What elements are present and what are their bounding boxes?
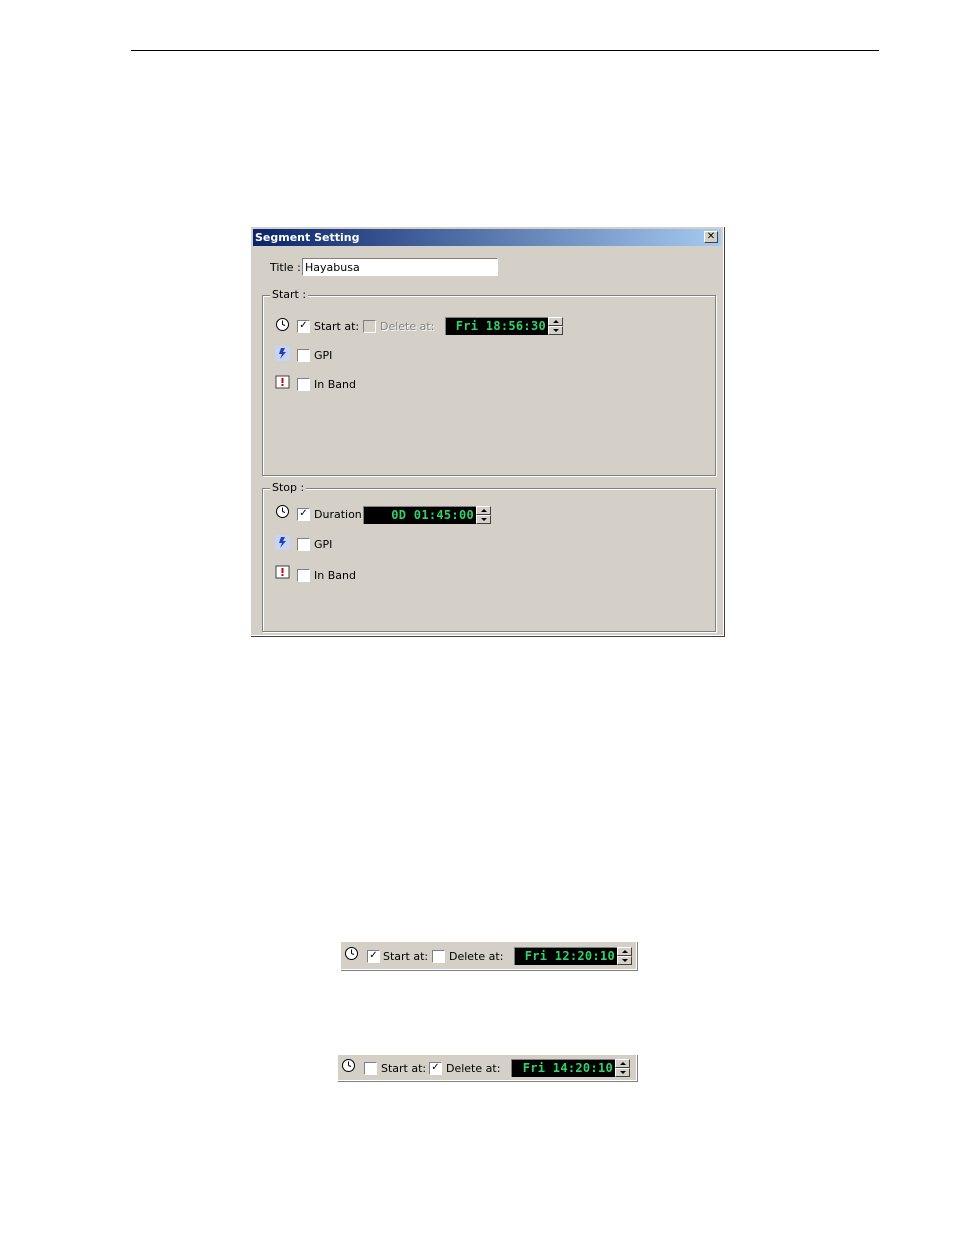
start-at-strip: ✓ Start at: Delete at: Fri 12:20:10: [340, 941, 637, 970]
duration-label: Duration :: [314, 508, 369, 521]
start-at-label: Start at:: [314, 320, 360, 333]
strip1-delete-at-label: Delete at:: [449, 950, 504, 963]
delete-at-label: Delete at:: [380, 320, 435, 333]
strip2-time-value: Fri 14:20:10: [522, 1061, 613, 1075]
check-mark: ✓: [299, 508, 308, 519]
segment-setting-dialog: Segment Setting ✕ Title : Start : ✓ Star…: [250, 226, 724, 636]
strip1-time-value: Fri 12:20:10: [524, 949, 615, 963]
delete-at-checkbox[interactable]: [363, 320, 376, 333]
start-time-field[interactable]: Fri 18:56:30: [445, 317, 549, 335]
close-icon: ✕: [706, 231, 716, 242]
strip1-start-at-checkbox[interactable]: ✓: [367, 950, 380, 963]
clock-icon: [342, 1059, 355, 1072]
start-inband-checkbox[interactable]: [297, 378, 310, 391]
spin-up-button[interactable]: [617, 947, 632, 956]
strip2-delete-at-label: Delete at:: [446, 1062, 501, 1075]
dialog-titlebar[interactable]: Segment Setting ✕: [253, 229, 721, 246]
check-mark: ✓: [369, 950, 378, 961]
strip2-start-at-label: Start at:: [381, 1062, 427, 1075]
strip1-spinner[interactable]: [617, 947, 632, 965]
clock-icon: [345, 947, 358, 960]
start-group: Start : ✓ Start at: Delete at: Fri 18:56…: [262, 288, 716, 476]
start-at-checkbox[interactable]: ✓: [297, 320, 310, 333]
strip1-delete-at-checkbox[interactable]: [432, 950, 445, 963]
start-time-value: Fri 18:56:30: [455, 319, 546, 333]
inband-icon: [275, 375, 290, 389]
gpi-icon: [275, 535, 290, 550]
title-label: Title :: [270, 261, 301, 274]
duration-spinner[interactable]: [476, 506, 491, 524]
close-button[interactable]: ✕: [704, 231, 718, 243]
strip1-time-field[interactable]: Fri 12:20:10: [514, 947, 618, 965]
duration-checkbox[interactable]: ✓: [297, 508, 310, 521]
start-group-legend: Start :: [270, 288, 309, 301]
spin-down-button[interactable]: [617, 956, 632, 965]
delete-at-strip: Start at: ✓ Delete at: Fri 14:20:10: [337, 1054, 637, 1081]
strip2-delete-at-checkbox[interactable]: ✓: [429, 1062, 442, 1075]
stop-gpi-checkbox[interactable]: [297, 538, 310, 551]
start-gpi-checkbox[interactable]: [297, 349, 310, 362]
header-rule: [131, 50, 879, 51]
spin-up-button[interactable]: [615, 1059, 630, 1068]
inband-icon: [275, 565, 290, 579]
duration-time-value: 0D 01:45:00: [391, 508, 474, 522]
stop-inband-checkbox[interactable]: [297, 569, 310, 582]
check-mark: ✓: [431, 1062, 440, 1073]
strip1-start-at-label: Start at:: [383, 950, 429, 963]
strip2-start-at-checkbox[interactable]: [364, 1062, 377, 1075]
clock-icon: [276, 318, 289, 331]
strip2-time-field[interactable]: Fri 14:20:10: [511, 1059, 616, 1077]
stop-group: Stop : ✓ Duration : 0D 01:45:00 GPI In B…: [262, 481, 716, 632]
start-time-spinner[interactable]: [548, 317, 563, 335]
stop-inband-label: In Band: [314, 569, 356, 582]
title-input[interactable]: [302, 258, 498, 276]
spin-up-button[interactable]: [476, 506, 491, 515]
start-gpi-label: GPI: [314, 349, 333, 362]
gpi-icon: [275, 346, 290, 361]
stop-group-legend: Stop :: [270, 481, 307, 494]
strip2-spinner[interactable]: [615, 1059, 630, 1077]
spin-down-button[interactable]: [548, 326, 563, 335]
spin-down-button[interactable]: [615, 1068, 630, 1077]
spin-up-button[interactable]: [548, 317, 563, 326]
dialog-title: Segment Setting: [255, 231, 360, 244]
clock-icon: [276, 505, 289, 518]
stop-gpi-label: GPI: [314, 538, 333, 551]
duration-time-field[interactable]: 0D 01:45:00: [363, 506, 477, 524]
start-inband-label: In Band: [314, 378, 356, 391]
spin-down-button[interactable]: [476, 515, 491, 524]
check-mark: ✓: [299, 320, 308, 331]
